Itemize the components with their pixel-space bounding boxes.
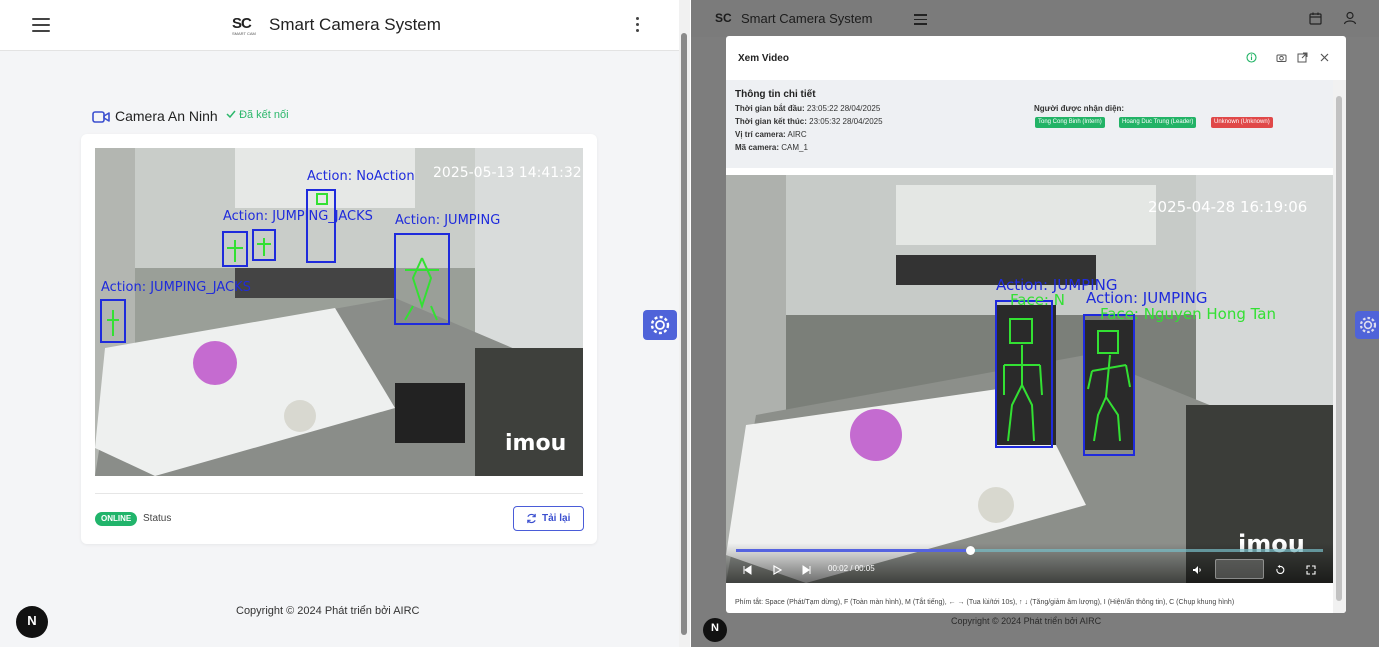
feed-timestamp: 2025-05-13 14:41:32 [433,165,582,181]
left-scrollbar-thumb[interactable] [681,33,687,635]
skeleton [227,240,243,262]
modal-scrollbar-thumb[interactable] [1336,96,1342,601]
refresh-icon [527,513,536,524]
detection-label: Action: NoAction [307,169,415,184]
person-tag: Unknown (Unknown) [1211,117,1273,128]
user-icon[interactable] [1343,11,1357,25]
info-row-camera-id: Mã camera: CAM_1 [735,143,808,152]
camera-card: Action: NoAction Action: JUMPING_JACKS A… [81,134,597,544]
face-box [1009,318,1033,344]
camera-snapshot-icon[interactable] [1276,52,1287,63]
right-header: SC Smart Camera System [691,0,1379,37]
menu-icon[interactable] [32,18,50,32]
face-box [1097,330,1119,354]
skeleton [257,238,271,256]
footer-copyright: Copyright © 2024 Phát triển bởi AIRC [951,616,1101,626]
app-logo: SC [715,11,732,25]
modal-title: Xem Video [738,53,789,64]
progress-fill [736,549,971,552]
app-title: Smart Camera System [269,15,441,34]
skeleton [1003,345,1043,442]
more-options-icon[interactable] [634,17,640,33]
status-label: Status [143,513,172,524]
feed-timestamp: 2025-04-28 16:19:06 [1148,198,1307,216]
detection-label: Action: JUMPING_JACKS [101,280,251,295]
nextjs-badge-label: N [27,613,37,628]
detection-label: Face: Nguyen Hong Tan [1100,305,1276,323]
player-controls: 00:02 / 00:05 [726,543,1333,583]
gear-icon [1359,316,1377,334]
play-icon[interactable] [772,565,782,575]
info-row-location: Vị trí camera: AIRC [735,130,807,139]
reload-button[interactable]: Tải lại [513,506,584,531]
modal-scrollbar[interactable] [1333,80,1346,613]
fullscreen-icon[interactable] [1306,565,1316,575]
connection-status: Đã kết nối [226,109,289,121]
keyboard-shortcuts: Phím tắt: Space (Phát/Tạm dừng), F (Toàn… [735,599,1235,606]
detection-overlay: Action: JUMPING Face: N Action: JUMPING … [995,198,1307,558]
top-header: SC SMART CAM Smart Camera System [0,0,679,51]
skeleton [107,310,119,336]
check-icon [226,110,236,119]
copyright-org: AIRC [1079,616,1102,626]
info-title: Thông tin chi tiết [735,89,816,100]
detection-box [1083,314,1135,456]
left-pane: SC SMART CAM Smart Camera System Camera … [0,0,690,647]
volume-icon[interactable] [1192,565,1202,575]
detail-info-panel: Thông tin chi tiết Thời gian bắt đầu: 23… [726,80,1333,168]
skip-forward-icon[interactable] [802,565,812,575]
skeleton [1087,354,1131,442]
detection-label: Face: N [1010,291,1065,309]
detection-box [306,189,336,263]
recorded-video-player[interactable]: Action: JUMPING Face: N Action: JUMPING … [726,175,1333,583]
app-logo: SC SMART CAM [232,15,256,36]
nextjs-badge[interactable]: N [16,606,48,638]
nextjs-badge[interactable]: N [703,618,727,642]
copyright-text: Copyright © 2024 Phát triển bởi [236,605,391,617]
info-row-end: Thời gian kết thúc: 23:05:32 28/04/2025 [735,117,883,126]
detection-box [394,233,450,325]
volume-slider[interactable] [1215,559,1264,579]
nextjs-badge-label: N [711,622,719,634]
skeleton [404,257,439,321]
progress-knob[interactable] [966,546,976,555]
gear-icon [650,315,670,335]
info-row-start: Thời gian bắt đầu: 23:05:22 28/04/2025 [735,104,881,113]
live-camera-feed[interactable]: Action: NoAction Action: JUMPING_JACKS A… [95,148,583,476]
card-divider [95,493,583,494]
open-external-icon[interactable] [1297,52,1308,63]
playback-time: 00:02 / 00:05 [828,564,875,573]
modal-header: Xem Video [726,36,1346,80]
person-tag: Tong Cong Binh (Intern) [1035,117,1105,128]
copyright-text: Copyright © 2024 Phát triển bởi [951,616,1078,626]
calendar-icon[interactable] [1309,12,1322,25]
skip-back-icon[interactable] [742,565,752,575]
detection-overlay: Action: NoAction Action: JUMPING_JACKS A… [100,165,582,456]
right-pane: SC Smart Camera System N Copyright © 202… [691,0,1379,647]
reload-button-label: Tải lại [542,513,571,524]
footer-copyright: Copyright © 2024 Phát triển bởi AIRC [236,605,419,617]
detection-label: Action: JUMPING [395,213,500,228]
detection-label: Action: JUMPING_JACKS [223,209,373,224]
copyright-org: AIRC [393,605,420,617]
replay-icon[interactable] [1275,565,1285,575]
feed-watermark: imou [505,431,566,456]
video-camera-icon [92,111,110,123]
settings-button[interactable] [643,310,677,340]
person-tag: Hoang Duc Trung (Leader) [1119,117,1197,128]
menu-icon[interactable] [914,14,927,25]
online-badge: ONLINE [95,512,138,526]
settings-button[interactable] [1355,311,1379,339]
recognized-label: Người được nhận diện: [1034,104,1125,113]
video-modal: Xem Video Thông tin chi tiết Thời gian b… [726,36,1346,613]
info-icon[interactable] [1246,52,1257,63]
app-title: Smart Camera System [741,11,873,26]
connection-status-text: Đã kết nối [239,109,289,121]
camera-title: Camera An Ninh [115,108,218,124]
face-box [316,193,328,205]
close-icon[interactable] [1319,52,1330,63]
